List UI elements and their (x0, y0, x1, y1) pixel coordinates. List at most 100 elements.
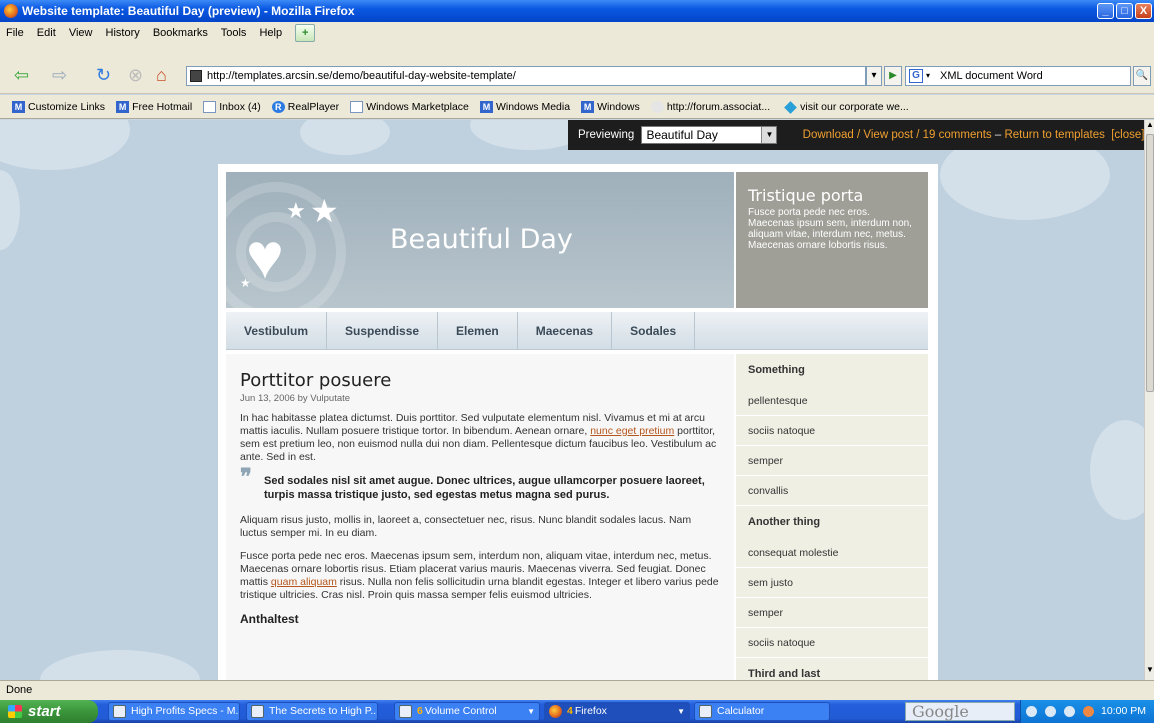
cloud-decoration (0, 120, 130, 170)
task-count: 6 (417, 705, 423, 717)
view-post-link[interactable]: View post (863, 129, 913, 141)
post-title[interactable]: Porttitor posuere (240, 370, 720, 391)
vertical-scrollbar[interactable]: ▲ ▼ (1144, 120, 1154, 680)
sidebar-item[interactable]: sociis natoque (736, 416, 928, 446)
menu-bookmarks[interactable]: Bookmarks (153, 27, 208, 39)
nav-item-sodales[interactable]: Sodales (612, 312, 696, 350)
reload-button[interactable]: ↻ (96, 65, 111, 85)
bookmark-forum[interactable]: http://forum.associat... (650, 95, 770, 118)
sidebar: Something pellentesque sociis natoque se… (736, 354, 928, 680)
cloud-decoration (300, 120, 390, 155)
close-button[interactable]: X (1135, 3, 1152, 19)
menu-file[interactable]: File (6, 27, 24, 39)
template-page: ★ ★ ★ ♥ Beautiful Day Tristique porta Fu… (218, 164, 938, 680)
menu-help[interactable]: Help (259, 27, 282, 39)
diamond-icon (784, 100, 798, 114)
go-button[interactable]: ▶ (884, 66, 902, 86)
bookmark-windows-marketplace[interactable]: Windows Marketplace (350, 95, 469, 118)
previewing-label: Previewing (578, 129, 635, 141)
menu-history[interactable]: History (106, 27, 140, 39)
task-label: High Profits Specs - M... (131, 705, 240, 717)
task-volume-control[interactable]: 6 Volume Control ▼ (394, 702, 540, 721)
template-select[interactable]: Beautiful Day ▼ (641, 125, 778, 144)
google-search-engine-icon[interactable]: G (909, 69, 923, 83)
stop-button[interactable]: ⊗ (128, 65, 143, 85)
download-link[interactable]: Download (803, 129, 854, 141)
sidebar-heading: Another thing (748, 516, 821, 528)
sidebar-item[interactable]: sem justo (736, 568, 928, 598)
comments-link[interactable]: 19 comments (923, 129, 992, 141)
volume-tray-icon[interactable] (1044, 705, 1056, 717)
sidebar-item[interactable]: semper (736, 446, 928, 476)
return-link[interactable]: Return to templates (1004, 129, 1104, 141)
bookmark-windows[interactable]: M Windows (581, 95, 640, 118)
bookmark-inbox[interactable]: Inbox (4) (203, 95, 261, 118)
start-button[interactable]: start (0, 700, 98, 723)
page-viewport[interactable]: Previewing Beautiful Day ▼ Download / Vie… (0, 120, 1144, 680)
scroll-thumb[interactable] (1146, 134, 1154, 392)
windows-taskbar: start High Profits Specs - M... The Secr… (0, 700, 1154, 723)
minimize-button[interactable]: _ (1097, 3, 1114, 19)
star-icon: ★ (286, 198, 306, 223)
next-post-heading[interactable]: Anthaltest (240, 612, 720, 626)
link-separator: / (913, 129, 923, 141)
menu-edit[interactable]: Edit (37, 27, 56, 39)
close-preview-link[interactable]: [close] (1111, 129, 1144, 141)
new-tab-icon[interactable]: + (295, 24, 316, 43)
post-paragraph: In hac habitasse platea dictumst. Duis p… (240, 412, 720, 464)
nav-item-vestibulum[interactable]: Vestibulum (226, 312, 328, 350)
inline-link[interactable]: nunc eget pretium (590, 425, 674, 437)
scroll-down-icon[interactable]: ▼ (1146, 665, 1154, 678)
bookmark-label: Windows Media (495, 101, 571, 113)
site-favicon-icon (190, 70, 202, 82)
main-content: Porttitor posuere Jun 13, 2006 by Vulput… (226, 354, 734, 680)
nav-item-elemen[interactable]: Elemen (438, 312, 518, 350)
quote-text: Sed sodales nisl sit amet augue. Donec u… (264, 475, 705, 501)
bookmark-free-hotmail[interactable]: M Free Hotmail (116, 95, 192, 118)
post-paragraph: Fusce porta pede nec eros. Maecenas ipsu… (240, 550, 720, 602)
clock[interactable]: 10:00 PM (1101, 700, 1146, 723)
nav-item-maecenas[interactable]: Maecenas (518, 312, 613, 350)
scroll-up-icon[interactable]: ▲ (1146, 120, 1154, 132)
inline-link[interactable]: quam aliquam (271, 576, 337, 588)
menu-view[interactable]: View (69, 27, 93, 39)
bookmark-windows-media[interactable]: M Windows Media (479, 95, 571, 118)
nav-item-suspendisse[interactable]: Suspendisse (327, 312, 439, 350)
menu-tools[interactable]: Tools (221, 27, 247, 39)
title-bar[interactable]: Website template: Beautiful Day (preview… (0, 0, 1154, 22)
task-calculator[interactable]: Calculator (694, 702, 830, 721)
home-button[interactable]: ⌂ (156, 65, 167, 85)
url-dropdown-button[interactable]: ▾ (866, 66, 882, 86)
maximize-button[interactable]: □ (1116, 3, 1133, 19)
tray-icon[interactable] (1026, 705, 1037, 717)
sidebar-heading: Third and last (748, 668, 821, 680)
sidebar-item[interactable]: pellentesque (736, 386, 928, 416)
back-button[interactable]: ⇦ (14, 65, 29, 85)
search-input[interactable]: G ▾ XML document Word (905, 66, 1131, 86)
sidebar-item[interactable]: semper (736, 598, 928, 628)
task-secrets-high-profits[interactable]: The Secrets to High P... (246, 702, 378, 721)
url-input[interactable]: http://templates.arcsin.se/demo/beautifu… (186, 66, 866, 86)
msn-icon: M (12, 101, 25, 114)
bookmark-customize-links[interactable]: M Customize Links (12, 95, 105, 118)
task-firefox[interactable]: 4 Firefox ▼ (544, 702, 690, 721)
bookmark-realplayer[interactable]: R RealPlayer (271, 95, 339, 118)
bookmark-label: Windows (597, 101, 640, 113)
sidebar-item[interactable]: consequat molestie (736, 538, 928, 568)
task-count: 4 (567, 705, 573, 717)
sidebar-item[interactable]: convallis (736, 476, 928, 506)
bookmark-corporate[interactable]: visit our corporate we... (781, 95, 909, 118)
cloud-decoration (1090, 420, 1144, 520)
search-button[interactable]: 🔍 (1133, 66, 1151, 86)
task-high-profits-specs[interactable]: High Profits Specs - M... (108, 702, 240, 721)
google-toolbar-input[interactable]: Google (905, 702, 1015, 721)
engine-dropdown-icon[interactable]: ▾ (926, 67, 930, 85)
msn-icon: M (581, 101, 595, 114)
network-tray-icon[interactable] (1063, 705, 1075, 717)
app-tray-icon[interactable] (1082, 705, 1094, 717)
status-text: Done (6, 684, 33, 696)
site-title[interactable]: Beautiful Day (390, 224, 573, 255)
forward-button[interactable]: ⇨ (52, 65, 67, 85)
page-icon (350, 101, 364, 114)
sidebar-item[interactable]: sociis natoque (736, 628, 928, 658)
